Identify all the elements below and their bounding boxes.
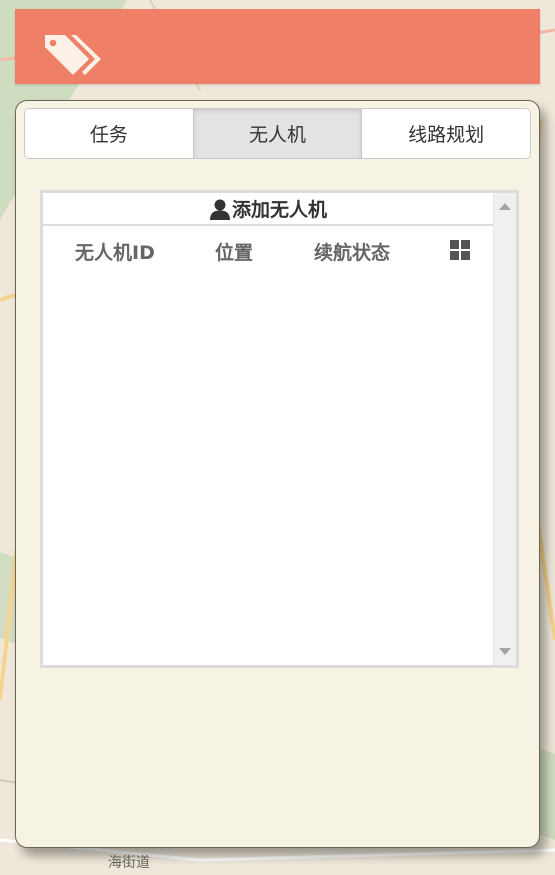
tab-route-planning[interactable]: 线路规划 [361,109,530,158]
tab-tasks[interactable]: 任务 [25,109,193,158]
header-bar [15,9,540,84]
user-icon [209,199,230,220]
column-endurance-status[interactable]: 续航状态 [314,238,390,265]
drone-panel: 任务 无人机 线路规划 添加无人机 无人机ID 位置 续航状态 [15,100,540,848]
tags-icon[interactable] [41,31,103,81]
column-drone-id[interactable]: 无人机ID [75,238,155,265]
drone-list-content: 添加无人机 无人机ID 位置 续航状态 [43,193,493,665]
map-street-label: 海街道 [108,855,150,871]
drone-list: 添加无人机 无人机ID 位置 续航状态 [40,190,519,668]
column-location[interactable]: 位置 [215,238,253,265]
list-scrollbar[interactable] [493,193,516,665]
grid-icon[interactable] [450,240,470,260]
add-drone-label: 添加无人机 [231,199,327,221]
tab-drones[interactable]: 无人机 [192,109,362,158]
scroll-up-arrow-icon[interactable] [499,203,511,210]
scroll-down-arrow-icon[interactable] [499,648,511,655]
tab-bar: 任务 无人机 线路规划 [24,108,531,159]
add-drone-button[interactable]: 添加无人机 [43,193,493,226]
